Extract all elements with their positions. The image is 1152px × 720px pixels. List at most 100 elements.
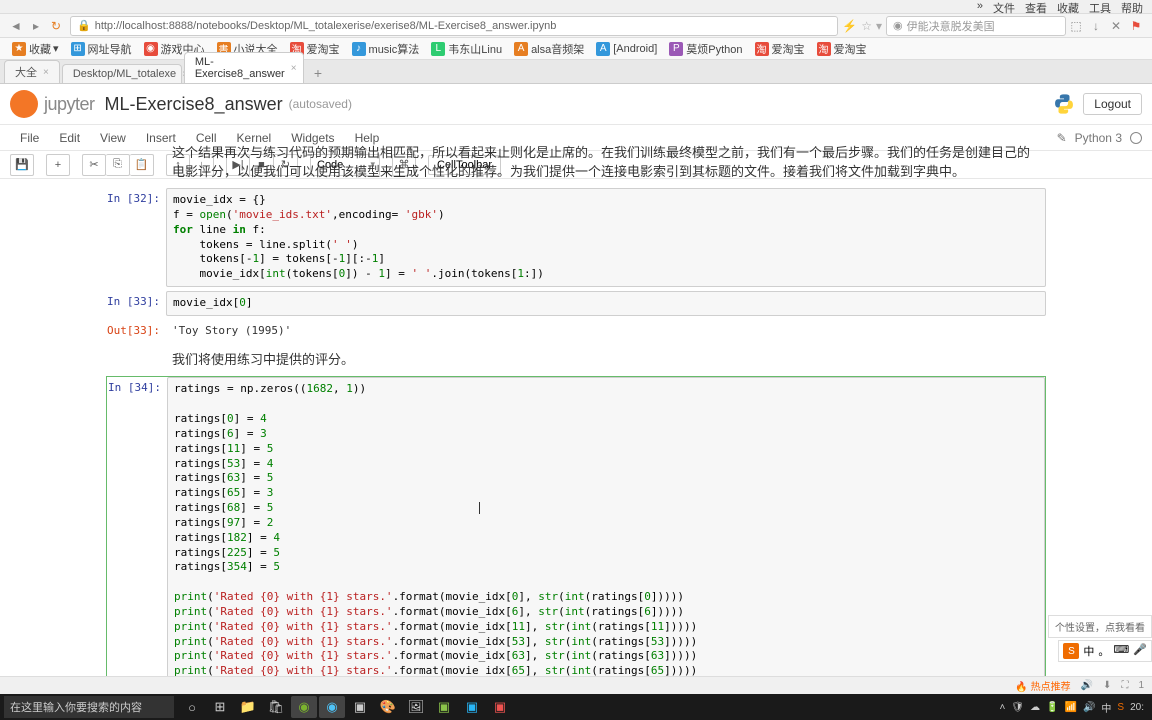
app-icon-3[interactable]: ▣	[431, 696, 457, 718]
star-icon[interactable]: ☆	[861, 19, 872, 33]
ext-icon-3[interactable]: ✕	[1108, 18, 1124, 34]
forward-button[interactable]: ▸	[28, 18, 44, 34]
bookmark-9[interactable]: P莫烦Python	[669, 41, 742, 57]
text-cursor	[479, 502, 480, 514]
lightning-icon[interactable]: ⚡	[842, 19, 857, 33]
status-download-icon[interactable]: ⬇	[1103, 680, 1111, 691]
close-icon[interactable]: ×	[43, 67, 49, 78]
jupyter-logo[interactable]: jupyter	[10, 90, 95, 118]
tray-volume-icon[interactable]: 🔊	[1083, 702, 1095, 713]
terminal-icon[interactable]: ▣	[347, 696, 373, 718]
ime-punct[interactable]: 。	[1098, 643, 1109, 659]
menu-file[interactable]: 文件	[993, 0, 1015, 13]
app-icon-2[interactable]: 🖼	[403, 696, 429, 718]
store-icon[interactable]: 🛍	[263, 696, 289, 718]
tray-cloud-icon[interactable]: ☁	[1030, 702, 1040, 713]
url-text: http://localhost:8888/notebooks/Desktop/…	[95, 20, 557, 32]
markdown-partial: 这个结果再次与练习代码的预期输出相匹配，所以看起来止则化是止席的。在我们训练最终…	[166, 138, 1046, 184]
output-body-33: 'Toy Story (1995)'	[166, 320, 1046, 343]
ext-icon-2[interactable]: ↓	[1088, 18, 1104, 34]
prompt-in-34: In [34]:	[107, 377, 167, 694]
lock-icon: 🔒	[77, 19, 91, 32]
url-right-icons: ⚡ ☆ ▾	[842, 19, 882, 33]
search-engine-icon: ◉	[893, 19, 903, 32]
code-body-34[interactable]: ratings = np.zeros((1682, 1)) ratings[0]…	[167, 377, 1045, 694]
bookmark-10[interactable]: 淘爱淘宝	[755, 41, 805, 57]
code-cell-32[interactable]: In [32]: movie_idx = {} f = open('movie_…	[106, 188, 1046, 287]
browser-status-bar: 🔥 热点推荐 🔊 ⬇ ⛶ 1	[0, 676, 1152, 694]
bookmark-7[interactable]: Aalsa音频架	[514, 41, 584, 57]
dropdown-icon[interactable]: ▾	[876, 19, 882, 33]
menu-fav[interactable]: 收藏	[1057, 0, 1079, 13]
url-field[interactable]: 🔒 http://localhost:8888/notebooks/Deskto…	[70, 16, 838, 36]
notebook-name[interactable]: ML-Exercise8_answer	[105, 94, 283, 115]
tray-shield-icon[interactable]: 🛡	[1011, 702, 1024, 713]
back-button[interactable]: ◄	[8, 18, 24, 34]
tray-sogou-icon[interactable]: S	[1117, 702, 1124, 713]
menu-view[interactable]: 查看	[1025, 0, 1047, 13]
browser-icon[interactable]: ◉	[319, 696, 345, 718]
jupyter-logo-icon	[10, 90, 38, 118]
taskbar: 在这里输入你要搜索的内容 ○ ⊞ 📁 🛍 ◉ ◉ ▣ 🎨 🖼 ▣ ▣ ▣ ˄ 🛡…	[0, 694, 1152, 720]
tray-up-icon[interactable]: ˄	[1000, 702, 1006, 713]
bookmark-5[interactable]: ♪music算法	[352, 41, 420, 57]
tray-wifi-icon[interactable]: 📶	[1065, 702, 1077, 713]
status-zoom[interactable]: 1	[1138, 680, 1144, 691]
bookmark-11[interactable]: 淘爱淘宝	[817, 41, 867, 57]
status-sound-icon[interactable]: 🔊	[1081, 680, 1093, 691]
code-body-33[interactable]: movie_idx[0]	[166, 291, 1046, 316]
browser-search[interactable]: ◉ 伊能决意脱发美国	[886, 16, 1066, 36]
ext-icon-1[interactable]: ⬚	[1068, 18, 1084, 34]
code-body-32[interactable]: movie_idx = {} f = open('movie_ids.txt',…	[166, 188, 1046, 287]
notebook-area[interactable]: 这个结果再次与练习代码的预期输出相匹配，所以看起来止则化是止席的。在我们训练最终…	[0, 138, 1152, 694]
jupyter-header: jupyter ML-Exercise8_answer (autosaved) …	[0, 84, 1152, 125]
browser-tab-1[interactable]: Desktop/ML_totalexe×	[62, 64, 182, 83]
jupyter-logo-text: jupyter	[44, 94, 95, 115]
autosave-status: (autosaved)	[289, 97, 352, 111]
floating-ime[interactable]: S 中 。 ⌨ 🎤	[1058, 640, 1152, 662]
browser-tabs: 大全× Desktop/ML_totalexe× ML-Exercise8_an…	[0, 60, 1152, 84]
app-icon-5[interactable]: ▣	[487, 696, 513, 718]
app-icon-1[interactable]: 🎨	[375, 696, 401, 718]
bookmark-6[interactable]: L韦东山Linu	[431, 41, 502, 57]
taskbar-tray: ˄ 🛡 ☁ 🔋 📶 🔊 中 S 20:	[1000, 700, 1148, 715]
ime-lang[interactable]: 中	[1083, 643, 1094, 659]
ime-mic[interactable]: 🎤	[1133, 643, 1147, 659]
search-placeholder: 伊能决意脱发美国	[907, 18, 995, 34]
tray-time[interactable]: 20:	[1130, 702, 1144, 713]
hot-recommend[interactable]: 🔥 热点推荐	[1015, 678, 1070, 693]
ime-kbd[interactable]: ⌨	[1113, 643, 1129, 659]
tray-ime-icon[interactable]: 中	[1101, 700, 1111, 715]
logout-button[interactable]: Logout	[1083, 93, 1142, 115]
new-tab-button[interactable]: +	[306, 63, 330, 83]
wechat-icon[interactable]: ◉	[291, 696, 317, 718]
browser-tab-2[interactable]: ML-Exercise8_answer×	[184, 52, 304, 83]
ext-icon-4[interactable]: ⚑	[1128, 18, 1144, 34]
menu-tools[interactable]: 工具	[1089, 0, 1111, 13]
app-icon-4[interactable]: ▣	[459, 696, 485, 718]
prompt-out-33: Out[33]:	[106, 320, 166, 343]
bookmark-0[interactable]: ★收藏▾	[12, 41, 59, 57]
bookmark-1[interactable]: ⊞网址导航	[71, 41, 132, 57]
menu-overflow[interactable]: »	[977, 0, 983, 13]
refresh-button[interactable]: ↻	[48, 18, 64, 34]
code-cell-33[interactable]: In [33]: movie_idx[0]	[106, 291, 1046, 316]
prompt-in-33: In [33]:	[106, 291, 166, 316]
tray-power-icon[interactable]: 🔋	[1046, 702, 1058, 713]
bookmark-8[interactable]: A[Android]	[596, 42, 657, 56]
close-icon[interactable]: ×	[291, 63, 297, 74]
status-fullscreen-icon[interactable]: ⛶	[1121, 680, 1128, 691]
explorer-icon[interactable]: 📁	[235, 696, 261, 718]
code-cell-34[interactable]: In [34]: ratings = np.zeros((1682, 1)) r…	[106, 376, 1046, 694]
floating-tip[interactable]: 个性设置，点我看看	[1048, 615, 1152, 638]
taskview-icon[interactable]: ⊞	[207, 696, 233, 718]
markdown-cell[interactable]: 我们将使用练习中提供的评分。	[106, 347, 1046, 373]
bookmarks-bar: ★收藏▾ ⊞网址导航 ◉游戏中心 書小说大全 淘爱淘宝 ♪music算法 L韦东…	[0, 38, 1152, 60]
python-icon	[1053, 93, 1075, 115]
taskbar-search[interactable]: 在这里输入你要搜索的内容	[4, 696, 174, 718]
markdown-body: 我们将使用练习中提供的评分。	[166, 347, 1046, 373]
cortana-icon[interactable]: ○	[179, 696, 205, 718]
menu-help[interactable]: 帮助	[1121, 0, 1143, 13]
browser-tab-0[interactable]: 大全×	[4, 60, 60, 83]
taskbar-search-placeholder: 在这里输入你要搜索的内容	[10, 699, 142, 715]
